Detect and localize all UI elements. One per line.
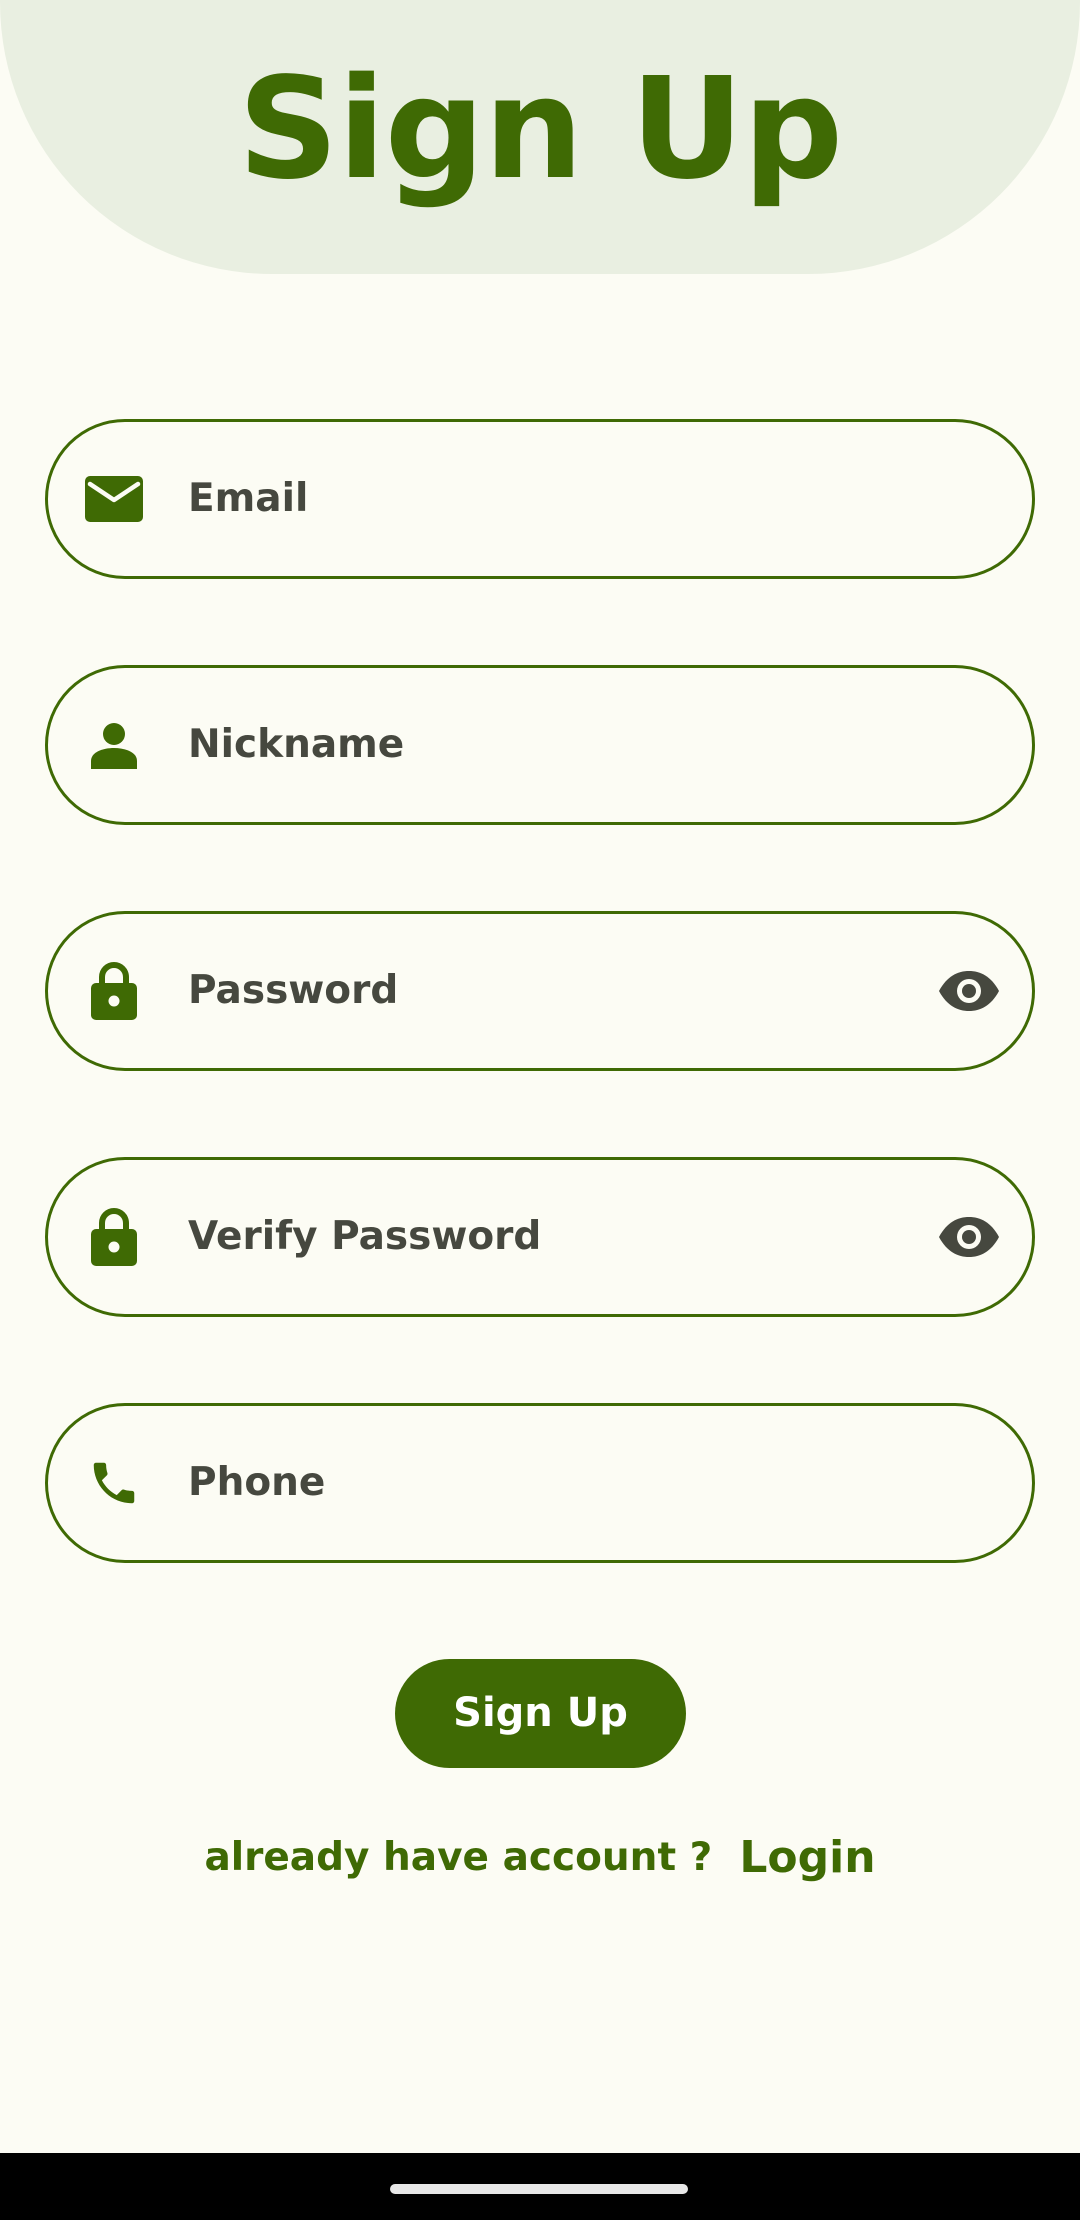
phone-icon (84, 1453, 144, 1513)
email-field[interactable]: Email (45, 419, 1035, 579)
person-icon (84, 715, 144, 775)
phone-field[interactable]: Phone (45, 1403, 1035, 1563)
header: Sign Up (0, 0, 1080, 274)
password-label: Password (188, 968, 399, 1013)
login-row: already have account ? Login (0, 1832, 1080, 1902)
mail-icon (84, 469, 144, 529)
sign-up-button[interactable]: Sign Up (395, 1659, 686, 1768)
eye-icon[interactable] (936, 958, 1002, 1024)
eye-icon[interactable] (936, 1204, 1002, 1270)
verify-password-label: Verify Password (188, 1214, 542, 1259)
nickname-field[interactable]: Nickname (45, 665, 1035, 825)
lock-icon (84, 961, 144, 1021)
login-link[interactable]: Login (739, 1832, 875, 1883)
sign-up-screen: Sign Up Email Nickname Password Verify P… (0, 0, 1080, 2220)
password-field[interactable]: Password (45, 911, 1035, 1071)
verify-password-field[interactable]: Verify Password (45, 1157, 1035, 1317)
email-label: Email (188, 476, 309, 521)
login-prompt: already have account ? (204, 1835, 713, 1880)
phone-label: Phone (188, 1460, 326, 1505)
nickname-label: Nickname (188, 722, 405, 767)
system-navigation-bar (0, 2153, 1080, 2220)
home-gesture-handle[interactable] (390, 2184, 688, 2194)
page-title: Sign Up (237, 48, 843, 211)
lock-icon (84, 1207, 144, 1267)
